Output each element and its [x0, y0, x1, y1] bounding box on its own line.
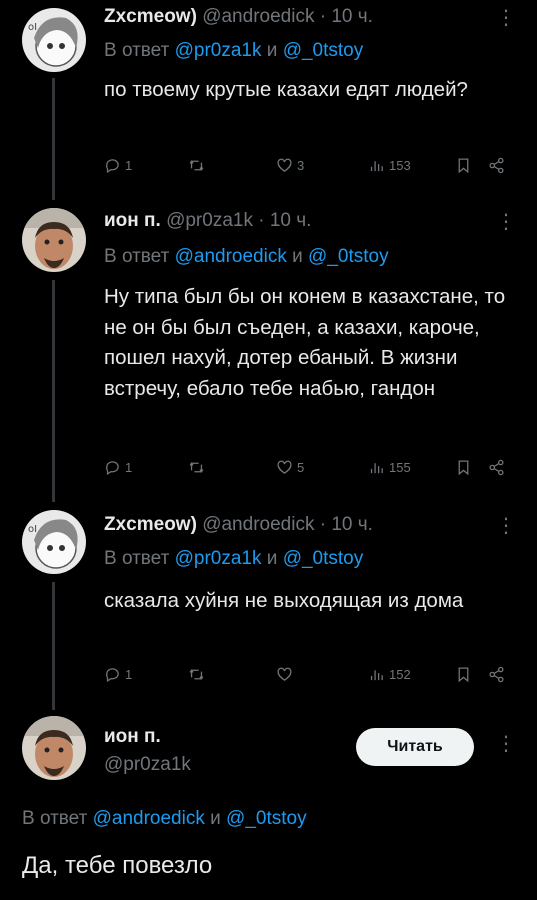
reply-icon: [106, 159, 119, 174]
bookmark-icon: [458, 667, 469, 683]
more-icon[interactable]: ⋮: [496, 212, 516, 232]
action-bar: 1 5 155: [104, 459, 514, 479]
focused-tweet[interactable]: ион п. @pr0za1k Читать ⋮ В ответ @androe…: [0, 702, 537, 900]
share-icon: [489, 459, 504, 476]
tweet[interactable]: oI Zxcmeow) @androedick · 10 ч. ⋮ В отве…: [0, 0, 537, 200]
share-icon: [489, 157, 504, 174]
tweet-text: сказала хуйня не выходящая из дома: [104, 589, 464, 612]
mention-link[interactable]: @_0tstoy: [308, 246, 389, 267]
share-button[interactable]: [488, 666, 505, 683]
reply-context: В ответ @androedick и @_0tstoy: [104, 246, 389, 268]
views-count: 155: [389, 460, 411, 475]
retweet-icon: [189, 669, 204, 680]
reply-button[interactable]: 1: [104, 157, 132, 174]
mention-link[interactable]: @_0tstoy: [283, 40, 364, 61]
bookmark-icon: [458, 460, 469, 476]
reply-icon: [106, 461, 119, 476]
reply-icon: [106, 668, 119, 683]
bookmark-button[interactable]: [455, 666, 472, 683]
handle-time: @androedick · 10 ч.: [202, 514, 373, 535]
like-button[interactable]: 5: [276, 459, 304, 476]
tweet-text: по твоему крутые казахи едят людей?: [104, 78, 468, 101]
reply-context: В ответ @androedick и @_0tstoy: [22, 808, 307, 830]
action-bar: 1 152: [104, 666, 514, 686]
share-button[interactable]: [488, 459, 505, 476]
share-icon: [489, 666, 504, 683]
display-name[interactable]: Zxcmeow): [104, 6, 197, 27]
like-count: 5: [297, 460, 305, 475]
like-button[interactable]: 3: [276, 157, 304, 174]
tweet[interactable]: oI Zxcmeow) @androedick · 10 ч. ⋮ В отве…: [0, 502, 537, 702]
views-icon: [370, 161, 383, 172]
retweet-button[interactable]: [188, 459, 205, 476]
mention-link[interactable]: @_0tstoy: [283, 548, 364, 569]
display-name[interactable]: ион п.: [104, 726, 161, 748]
tweet-header: ион п. @pr0za1k · 10 ч.: [104, 210, 311, 232]
avatar[interactable]: oI: [22, 510, 86, 574]
mention-link[interactable]: @androedick: [93, 808, 205, 829]
retweet-icon: [189, 462, 204, 473]
reply-context: В ответ @pr0za1k и @_0tstoy: [104, 548, 363, 570]
avatar[interactable]: [22, 716, 86, 780]
tweet-text: Ну типа был бы он конем в казахстане, то…: [104, 285, 506, 400]
reply-prefix: В ответ: [104, 246, 170, 267]
like-count: 3: [297, 158, 305, 173]
tweet-text: Да, тебе повезло: [22, 852, 213, 879]
more-icon[interactable]: ⋮: [496, 734, 516, 754]
retweet-icon: [189, 160, 204, 171]
svg-text:oI: oI: [28, 22, 37, 33]
reply-prefix: В ответ: [22, 808, 88, 829]
views-count: 152: [389, 667, 411, 682]
like-icon: [277, 158, 292, 172]
follow-button[interactable]: Читать: [356, 728, 474, 766]
handle-time: @pr0za1k · 10 ч.: [166, 210, 312, 231]
reply-context: В ответ @pr0za1k и @_0tstoy: [104, 40, 363, 62]
avatar[interactable]: [22, 208, 86, 272]
mention-link[interactable]: @pr0za1k: [175, 548, 262, 569]
bookmark-button[interactable]: [455, 459, 472, 476]
views-icon: [370, 463, 383, 474]
views-button[interactable]: 153: [368, 157, 411, 174]
mention-link[interactable]: @pr0za1k: [175, 40, 262, 61]
tweet-header: Zxcmeow) @androedick · 10 ч.: [104, 6, 373, 28]
display-name[interactable]: ион п.: [104, 210, 161, 231]
retweet-button[interactable]: [188, 157, 205, 174]
reply-button[interactable]: 1: [104, 459, 132, 476]
more-icon[interactable]: ⋮: [496, 8, 516, 28]
views-count: 153: [389, 158, 411, 173]
more-icon[interactable]: ⋮: [496, 516, 516, 536]
retweet-button[interactable]: [188, 666, 205, 683]
like-icon: [277, 667, 292, 681]
handle-time: @androedick · 10 ч.: [202, 6, 373, 27]
reply-and: и: [210, 808, 221, 829]
reply-and: и: [266, 40, 278, 61]
reply-count: 1: [125, 460, 133, 475]
views-icon: [370, 670, 383, 681]
views-button[interactable]: 152: [368, 666, 411, 683]
reply-prefix: В ответ: [104, 548, 170, 569]
avatar[interactable]: oI: [22, 8, 86, 72]
bookmark-button[interactable]: [455, 157, 472, 174]
reply-button[interactable]: 1: [104, 666, 132, 683]
reply-count: 1: [125, 667, 133, 682]
tweet-header: Zxcmeow) @androedick · 10 ч.: [104, 514, 373, 536]
mention-link[interactable]: @_0tstoy: [226, 808, 307, 829]
like-icon: [277, 460, 292, 474]
handle[interactable]: @pr0za1k: [104, 754, 191, 776]
display-name[interactable]: Zxcmeow): [104, 514, 197, 535]
reply-and: и: [266, 548, 278, 569]
reply-prefix: В ответ: [104, 40, 170, 61]
tweet[interactable]: ион п. @pr0za1k · 10 ч. ⋮ В ответ @andro…: [0, 200, 537, 500]
share-button[interactable]: [488, 157, 505, 174]
svg-text:oI: oI: [28, 524, 37, 535]
views-button[interactable]: 155: [368, 459, 411, 476]
bookmark-icon: [458, 158, 469, 174]
mention-link[interactable]: @androedick: [175, 246, 287, 267]
reply-count: 1: [125, 158, 133, 173]
reply-and: и: [292, 246, 303, 267]
like-button[interactable]: [276, 666, 297, 683]
action-bar: 1 3 153: [104, 157, 514, 177]
